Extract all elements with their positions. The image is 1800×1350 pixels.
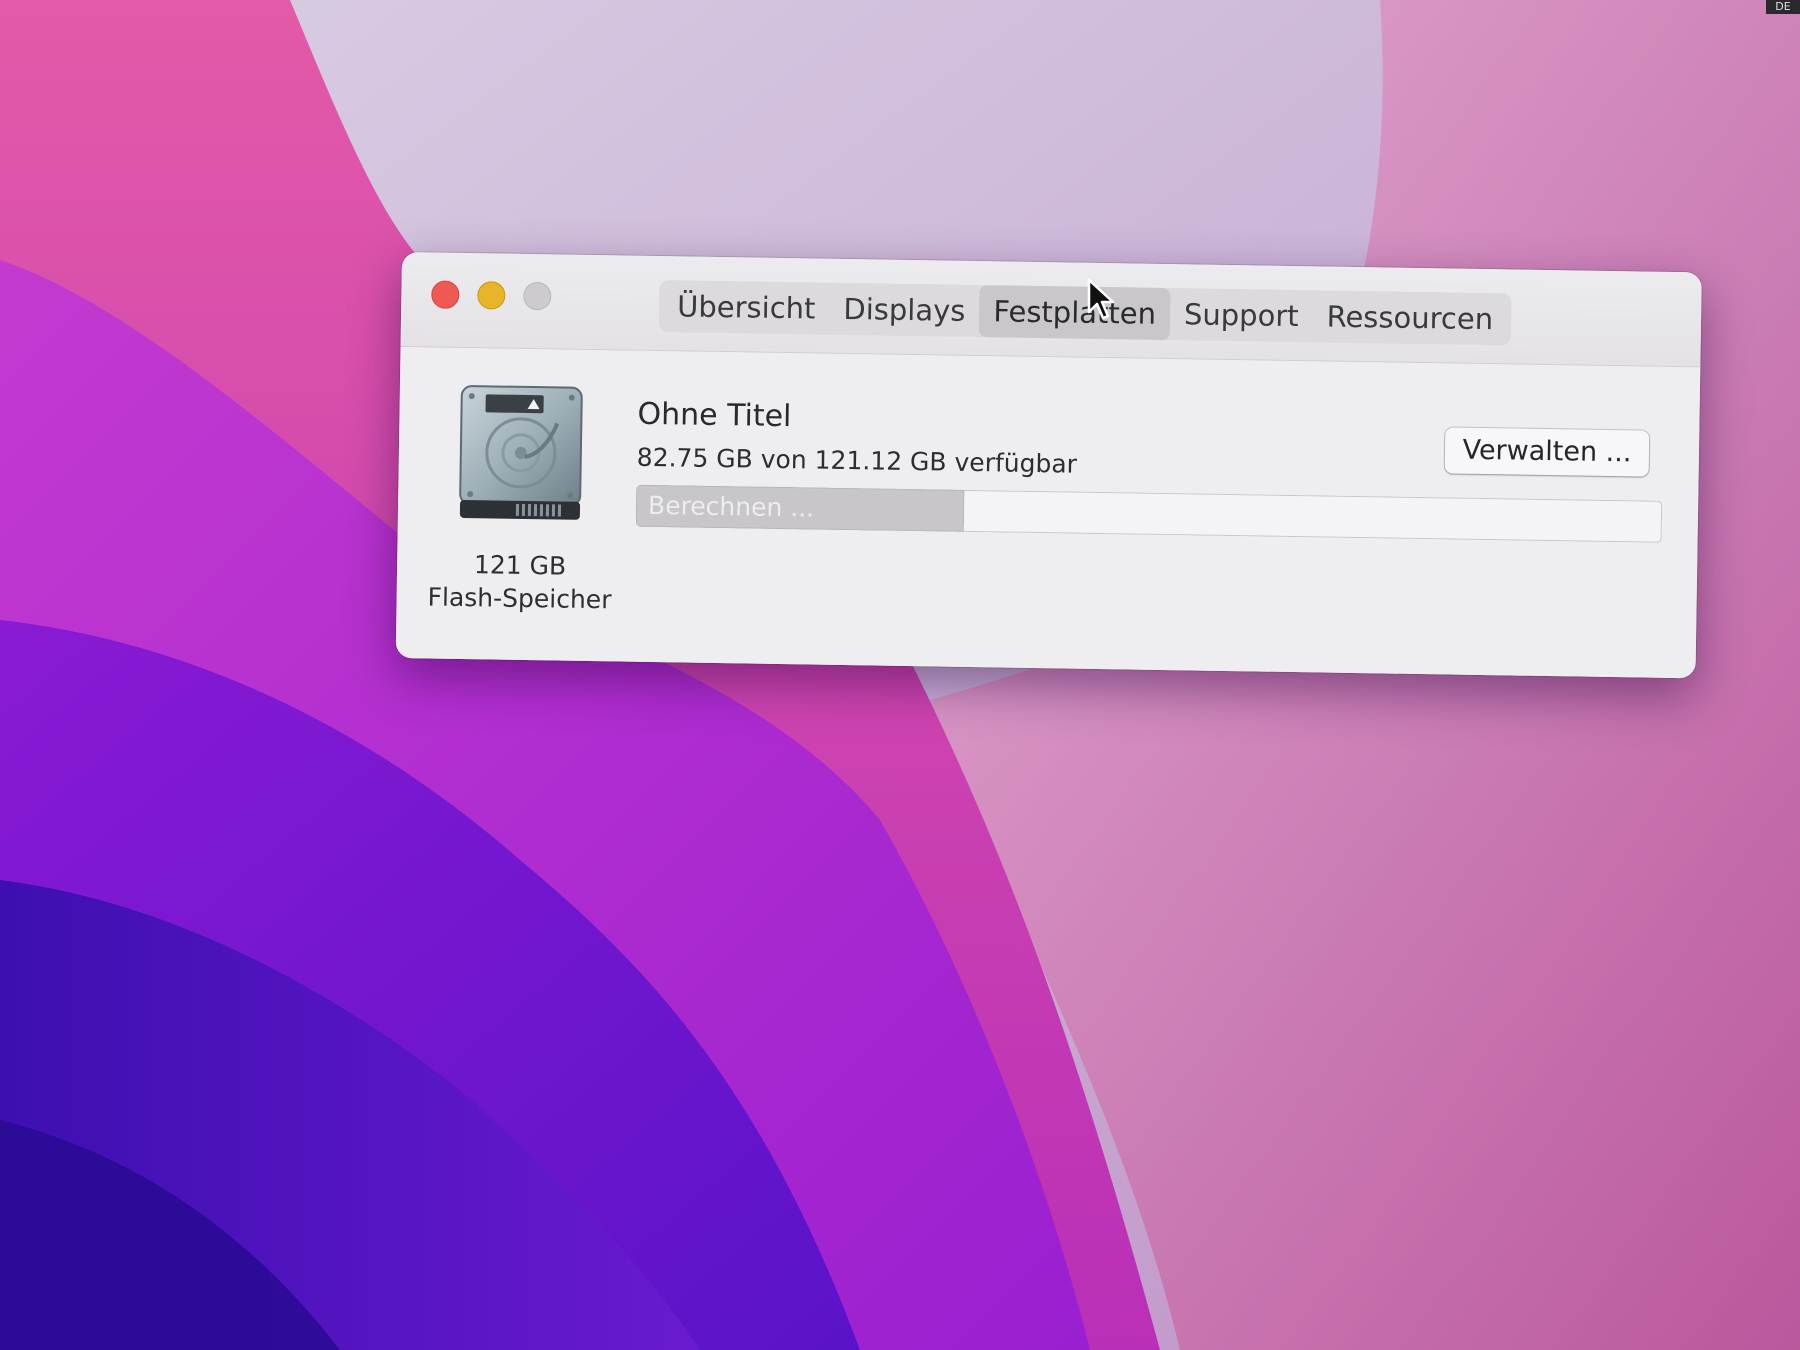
zoom-button[interactable] xyxy=(523,281,552,311)
disk-type: Flash-Speicher xyxy=(427,582,612,615)
close-button[interactable] xyxy=(431,280,460,309)
storage-panel: 121 GB Flash-Speicher Ohne Titel 82.75 G… xyxy=(395,346,1701,679)
tab-festplatten[interactable]: Festplatten xyxy=(979,285,1171,341)
tab-support[interactable]: Support xyxy=(1170,288,1313,342)
manage-button[interactable]: Verwalten ... xyxy=(1444,427,1650,477)
mouse-pointer-icon xyxy=(1086,278,1120,322)
minimize-button[interactable] xyxy=(477,281,506,310)
tab-ressourcen[interactable]: Ressourcen xyxy=(1312,290,1507,345)
disk-capacity: 121 GB xyxy=(473,550,567,581)
about-this-mac-window: Übersicht Displays Festplatten Support R… xyxy=(395,252,1702,679)
tab-uebersicht[interactable]: Übersicht xyxy=(663,280,830,335)
tab-displays[interactable]: Displays xyxy=(829,283,980,337)
volume-availability: 82.75 GB von 121.12 GB verfügbar xyxy=(636,442,1078,479)
hard-drive-icon xyxy=(456,382,586,524)
storage-usage-bar: Berechnen ... xyxy=(635,484,1663,543)
storage-usage-status: Berechnen ... xyxy=(647,490,815,523)
disk-caption: 121 GB Flash-Speicher xyxy=(414,547,625,616)
input-language-badge[interactable]: DE xyxy=(1766,0,1800,14)
volume-name: Ohne Titel xyxy=(637,396,792,435)
